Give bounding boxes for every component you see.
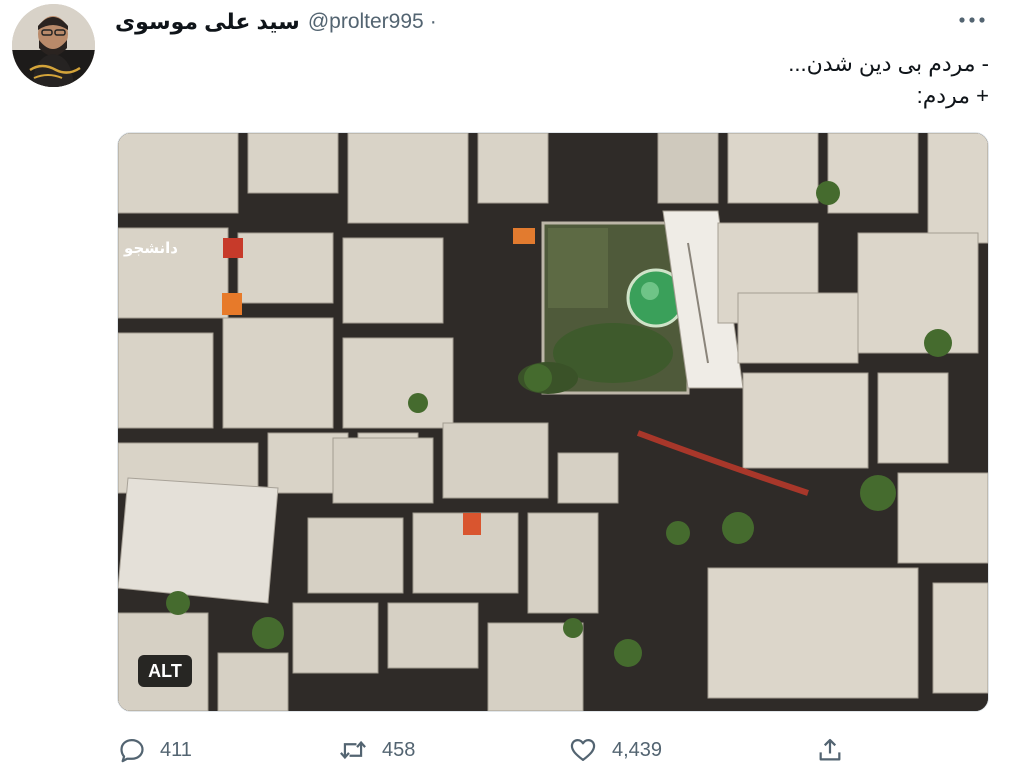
retweet-button[interactable]: 458 bbox=[338, 730, 415, 770]
share-button[interactable] bbox=[816, 730, 844, 770]
aerial-city-photo: دانشجو bbox=[118, 133, 988, 711]
user-handle[interactable]: @prolter995 bbox=[308, 10, 424, 34]
reply-button[interactable]: 411 bbox=[118, 730, 192, 770]
display-name[interactable]: سید علی موسوی bbox=[115, 9, 300, 35]
tweet-line-1: - مردم بی دین شدن... bbox=[788, 51, 989, 76]
tweet-actions: 411 458 4,439 bbox=[0, 730, 1019, 770]
more-dots-icon bbox=[959, 17, 985, 23]
tweet-header: سید علی موسوی @prolter995 · bbox=[115, 6, 437, 38]
more-options-button[interactable] bbox=[954, 6, 990, 34]
like-count: 4,439 bbox=[612, 738, 663, 761]
avatar[interactable] bbox=[12, 4, 95, 87]
tweet-image[interactable]: دانشجو bbox=[117, 132, 989, 712]
media-watermark: دانشجو bbox=[123, 239, 178, 257]
retweet-arrows-icon bbox=[340, 740, 366, 760]
tweet-text: - مردم بی دین شدن... + مردم: bbox=[369, 48, 989, 112]
alt-text-button[interactable]: ALT bbox=[138, 655, 192, 687]
like-button[interactable]: 4,439 bbox=[568, 730, 662, 770]
header-separator: · bbox=[429, 10, 437, 33]
heart-icon bbox=[570, 738, 596, 762]
reply-count: 411 bbox=[160, 738, 192, 761]
retweet-count: 458 bbox=[382, 738, 416, 761]
speech-bubble-icon bbox=[120, 738, 144, 763]
tweet-line-2: + مردم: bbox=[916, 83, 989, 108]
share-upload-icon bbox=[819, 738, 841, 761]
avatar-image bbox=[12, 4, 95, 87]
